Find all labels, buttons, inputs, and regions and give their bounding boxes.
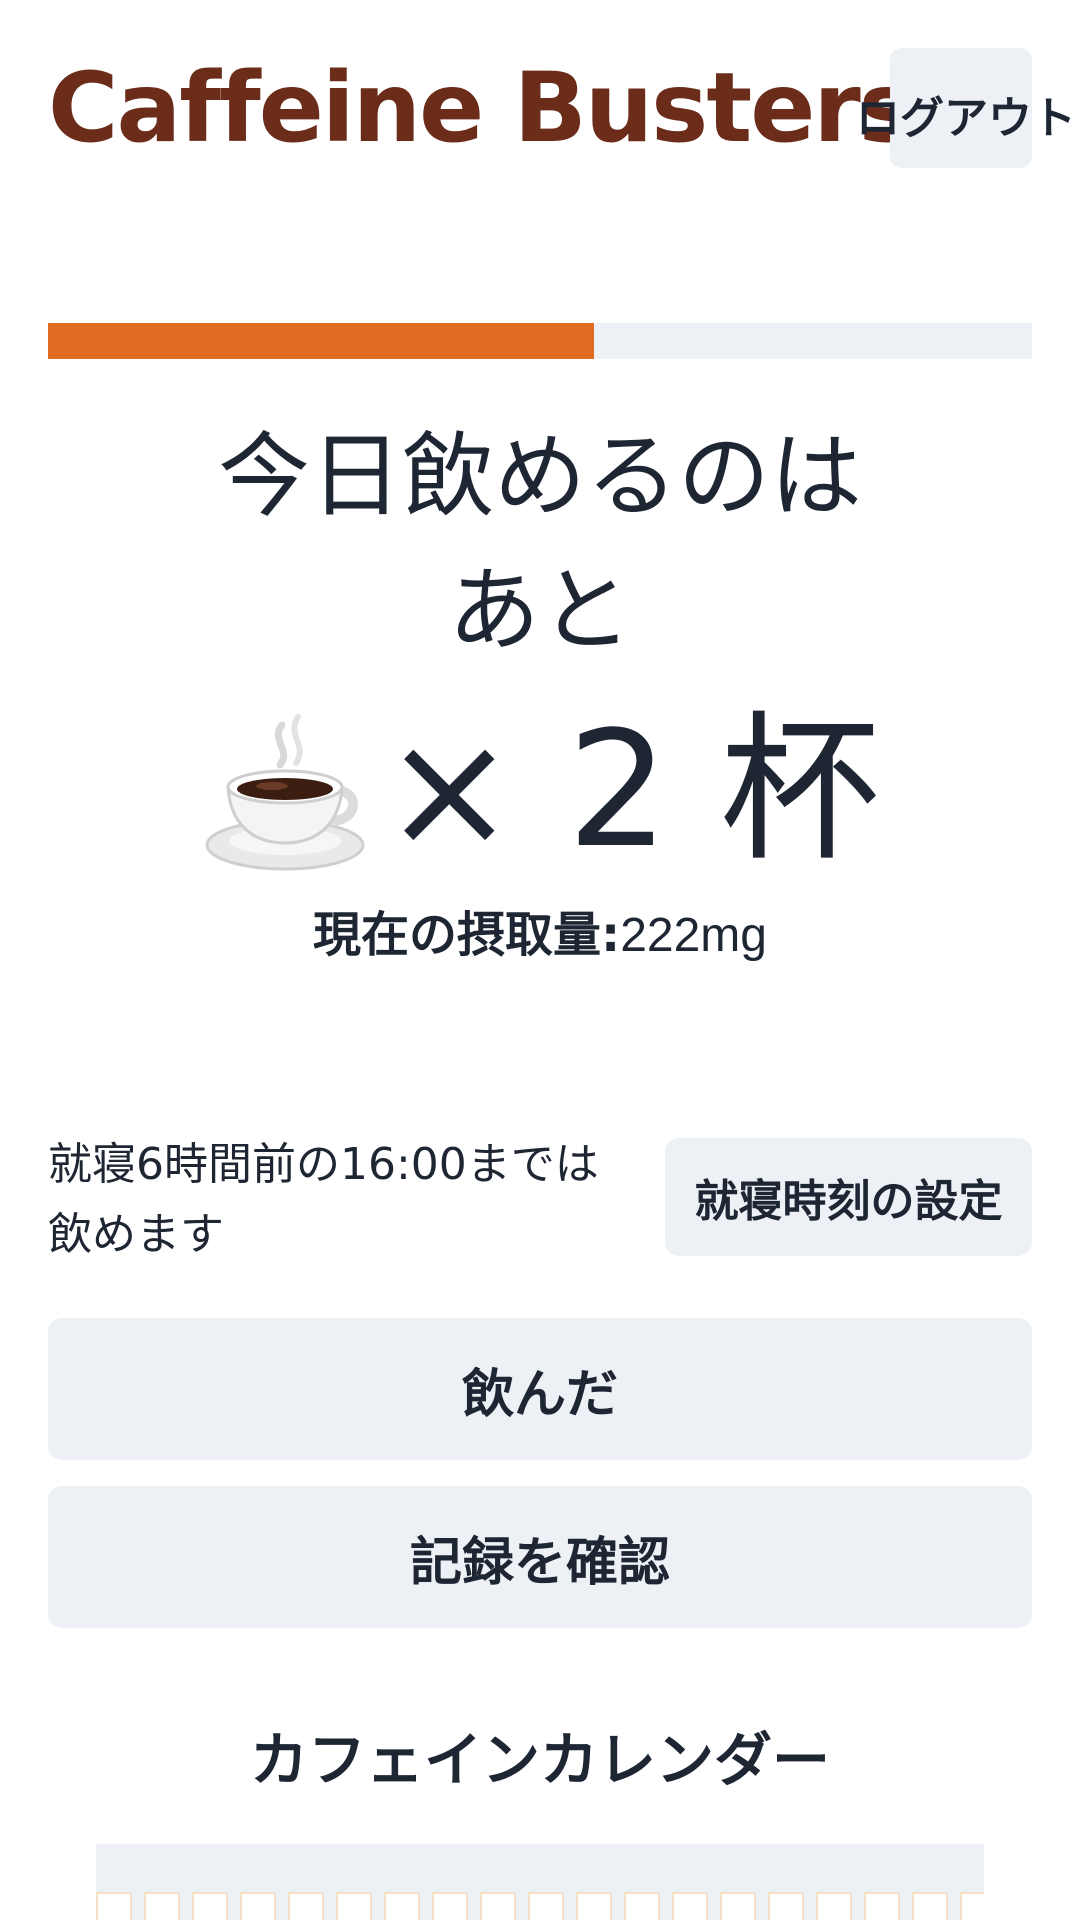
remaining-line-2: あと [447,557,632,664]
calendar-day-cell[interactable] [432,1892,468,1920]
calendar-day-cell[interactable] [528,1892,564,1920]
view-history-label: 記録を確認 [409,1532,670,1593]
calendar-day-cell[interactable] [912,1892,948,1920]
bedtime-note-line-1: 就寝6時間前の16:00までは [48,1139,599,1190]
calendar-day-cell[interactable] [672,1892,708,1920]
calendar-day-cell[interactable] [720,1892,756,1920]
remaining-cups-count: × 2 杯 [382,696,880,883]
bedtime-note-line-2: 飲めます [48,1209,224,1260]
drank-button[interactable]: 飲んだ [48,1318,1032,1460]
calendar-day-cell[interactable] [384,1892,420,1920]
calendar-day-cell[interactable] [192,1892,228,1920]
intake-value: 222mg [620,909,767,962]
calendar-day-cell[interactable] [768,1892,804,1920]
calendar-day-cell[interactable] [960,1892,984,1920]
intake-label: 現在の摂取量: [313,907,621,963]
calendar-cells [96,1892,984,1920]
bedtime-note: 就寝6時間前の16:00までは 飲めます [48,1130,648,1270]
app-header: Caffeine Busters ログアウト [48,48,1076,168]
calendar-day-cell[interactable] [96,1892,132,1920]
coffee-cup-icon [205,714,365,871]
caffeine-calendar [96,1844,984,1920]
calendar-day-cell[interactable] [336,1892,372,1920]
progress-fill [48,323,595,359]
view-history-button[interactable]: 記録を確認 [48,1486,1032,1628]
page: Caffeine Busters ログアウト 今日飲めるのは あと × 2 杯 … [0,0,1080,1920]
drank-button-label: 飲んだ [461,1364,618,1425]
calendar-day-cell[interactable] [240,1892,276,1920]
logout-button-label: ログアウト [856,93,1076,144]
calendar-day-cell[interactable] [864,1892,900,1920]
bedtime-settings-label: 就寝時刻の設定 [694,1176,1003,1227]
remaining-cups: × 2 杯 [0,700,1080,880]
calendar-day-cell[interactable] [144,1892,180,1920]
calendar-day-cell[interactable] [288,1892,324,1920]
calendar-day-cell[interactable] [624,1892,660,1920]
app-title: Caffeine Busters [48,52,916,164]
current-intake: 現在の摂取量:222mg [0,905,1080,966]
logout-button[interactable]: ログアウト [856,48,1076,168]
remaining-line-1: 今日飲めるのは [217,423,862,530]
remaining-heading: 今日飲めるのは あと [0,410,1080,678]
calendar-day-cell[interactable] [576,1892,612,1920]
calendar-day-cell[interactable] [816,1892,852,1920]
bedtime-settings-button[interactable]: 就寝時刻の設定 [665,1138,1032,1256]
calendar-title: カフェインカレンダー [249,1726,830,1794]
calendar-day-cell[interactable] [480,1892,516,1920]
caffeine-progress-bar [48,323,1032,359]
